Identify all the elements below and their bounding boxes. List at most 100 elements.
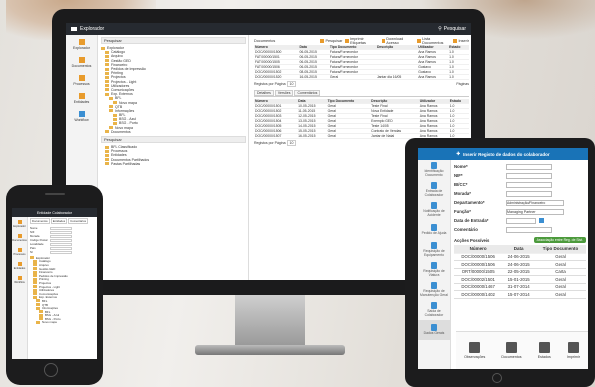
form-icon bbox=[431, 224, 437, 232]
nif-input[interactable] bbox=[506, 172, 552, 179]
phone-tree-item[interactable]: Novo mapa bbox=[30, 320, 96, 324]
tree-item[interactable]: Documentos bbox=[101, 130, 246, 134]
phone-tabs: Documentos Entidades Comentários bbox=[30, 218, 96, 224]
page-size-select[interactable]: 10 bbox=[286, 80, 297, 87]
list-docs-button[interactable]: Lista Documentos bbox=[417, 37, 450, 45]
tab-comentarios[interactable]: Comentários bbox=[294, 90, 321, 96]
phone-home-button[interactable] bbox=[44, 363, 58, 377]
tablet-home-button[interactable] bbox=[492, 373, 502, 383]
folder-icon bbox=[33, 263, 37, 267]
phone-nav-item[interactable]: Explorador bbox=[12, 217, 27, 231]
phone-nav-item[interactable]: Workflow bbox=[12, 273, 27, 287]
folder-icon bbox=[36, 306, 40, 310]
phone-header: Entidade Colaborador bbox=[12, 208, 97, 217]
folder-icon bbox=[105, 145, 109, 149]
table-cell: Geral bbox=[328, 74, 376, 80]
table-row[interactable]: DOC/00000/1506 24-06-2015 Geral bbox=[454, 260, 586, 269]
sub-page-size-select[interactable]: 10 bbox=[286, 139, 297, 146]
observacoes-button[interactable]: Observações bbox=[464, 342, 485, 359]
departamento-select[interactable]: Administração/Financeiro bbox=[506, 199, 564, 206]
table-cell: DOC/00000/1506 bbox=[454, 260, 503, 269]
column-header[interactable]: Tipo Documento bbox=[534, 245, 586, 254]
table-cell: DOC/00002/1501 bbox=[454, 275, 503, 284]
tree-search[interactable]: Pesquisar bbox=[101, 37, 246, 44]
morada-input[interactable] bbox=[506, 190, 552, 197]
table-row[interactable]: ORT/00000/1505 22-05-2015 Carta bbox=[454, 268, 586, 276]
column-header[interactable]: Data bbox=[502, 245, 535, 254]
table-cell: 16-05-2015 bbox=[298, 74, 329, 80]
field-departamento: Departamento* Administração/Financeiro bbox=[454, 198, 586, 207]
table-row[interactable]: DOC/00000/1467 31-07-2014 Geral bbox=[454, 283, 586, 291]
tablet-documents-table: Número Data Tipo Documento DOC/00000/1506 24… bbox=[454, 245, 586, 299]
folder-icon bbox=[71, 27, 77, 31]
folder-icon bbox=[33, 267, 37, 271]
phone-input[interactable] bbox=[50, 238, 72, 242]
tablet-nav-item[interactable]: Identificação Documento bbox=[418, 160, 450, 180]
form-icon bbox=[431, 182, 437, 190]
tablet-nav-item[interactable]: Notificação de Acidente bbox=[418, 200, 450, 220]
phone-input[interactable] bbox=[50, 226, 72, 230]
nav-item-documentos[interactable]: Documentos bbox=[66, 53, 97, 71]
documentos-button[interactable]: Documentos bbox=[501, 342, 522, 359]
tablet-nav-item[interactable]: Requisição de Manutenção Geral bbox=[418, 280, 450, 300]
data-entrada-input[interactable] bbox=[506, 217, 536, 224]
phone-nav-item[interactable]: Entidades bbox=[12, 259, 27, 273]
phone-tab-comentarios[interactable]: Comentários bbox=[68, 218, 89, 224]
estados-button[interactable]: Estados bbox=[538, 342, 551, 359]
status-icon bbox=[538, 342, 550, 353]
column-header[interactable]: Número bbox=[454, 245, 503, 254]
table-row[interactable]: DOC/00000/1506 24-06-2015 Geral bbox=[454, 253, 586, 261]
insert-button[interactable]: Inserir bbox=[453, 39, 469, 43]
associate-button[interactable]: Associação entre Reg. de Sist. bbox=[533, 237, 586, 243]
folder-icon bbox=[109, 96, 113, 100]
folder-icon bbox=[105, 88, 109, 92]
nav-icon bbox=[17, 234, 22, 238]
tablet-nav-item[interactable]: Requisição de Viatura bbox=[418, 260, 450, 280]
phone-input[interactable] bbox=[50, 234, 72, 238]
imprimir-button[interactable]: Imprimir bbox=[567, 342, 580, 359]
nav-item-entidades[interactable]: Entidades bbox=[66, 89, 97, 107]
nav-item-explorador[interactable]: Explorador bbox=[66, 35, 97, 53]
nome-input[interactable] bbox=[506, 163, 552, 170]
tab-versoes[interactable]: Versões bbox=[274, 90, 294, 96]
folder-icon bbox=[39, 310, 43, 314]
search-docs-button[interactable]: Pesquisar bbox=[320, 39, 342, 43]
tree2-item[interactable]: Pastas Partilhadas bbox=[101, 162, 246, 166]
table-cell: ORT/00000/1505 bbox=[454, 268, 503, 276]
phone-input[interactable] bbox=[50, 250, 72, 254]
phone-input[interactable] bbox=[50, 246, 72, 250]
print-labels-button[interactable]: Imprimir Etiquetas bbox=[345, 37, 378, 45]
table-cell: 31-07-2014 bbox=[502, 283, 535, 291]
tab-detalhes[interactable]: Detalhes bbox=[254, 90, 274, 96]
table-row[interactable]: DOC/00000/1520 16-05-2015 Geral Jantar dia … bbox=[254, 74, 469, 80]
phone-input[interactable] bbox=[50, 230, 72, 234]
tree2-search[interactable]: Pesquisar bbox=[101, 135, 246, 143]
tablet-nav-item[interactable]: Pedido de Ajuda bbox=[418, 220, 450, 240]
phone-input[interactable] bbox=[50, 242, 72, 246]
tablet-nav-item[interactable]: Requisição de Equipamento bbox=[418, 240, 450, 260]
folder-icon bbox=[33, 285, 37, 289]
bi-input[interactable] bbox=[506, 181, 552, 188]
form-icon bbox=[431, 242, 437, 250]
comentario-input[interactable] bbox=[506, 226, 552, 233]
nav-item-workflow[interactable]: Workflow bbox=[66, 107, 97, 125]
folder-icon bbox=[105, 71, 109, 75]
calendar-icon[interactable] bbox=[539, 218, 544, 223]
nav-item-processos[interactable]: Processos bbox=[66, 71, 97, 89]
phone-nav-item[interactable]: Processos bbox=[12, 245, 27, 259]
phone-nav-item[interactable]: Documentos bbox=[12, 231, 27, 245]
tablet-nav-item[interactable]: Entrada de Colaborador bbox=[418, 180, 450, 200]
tablet-nav-item[interactable]: Saída de Colaborador bbox=[418, 300, 450, 320]
documents-table: Número Data Tipo Documento Descrição Utiliza… bbox=[254, 45, 469, 80]
download-button[interactable]: Download Acesso bbox=[381, 37, 415, 45]
phone-tab-documentos[interactable]: Documentos bbox=[30, 218, 50, 224]
funcao-select[interactable]: Managing Partner bbox=[506, 208, 564, 215]
form-icon bbox=[431, 282, 437, 290]
table-row[interactable]: DOC/00002/1501 15-01-2015 Geral bbox=[454, 275, 586, 284]
phone-tab-entidades[interactable]: Entidades bbox=[50, 218, 68, 224]
table-row[interactable]: DOC/00000/1402 15-07-2014 Geral bbox=[454, 290, 586, 299]
plus-icon: ✚ bbox=[456, 151, 461, 156]
tablet-nav-item[interactable]: Dados Gerais bbox=[418, 320, 450, 340]
search-button[interactable]: ⚲ Pesquisar bbox=[438, 26, 466, 32]
comment-icon bbox=[469, 342, 481, 353]
